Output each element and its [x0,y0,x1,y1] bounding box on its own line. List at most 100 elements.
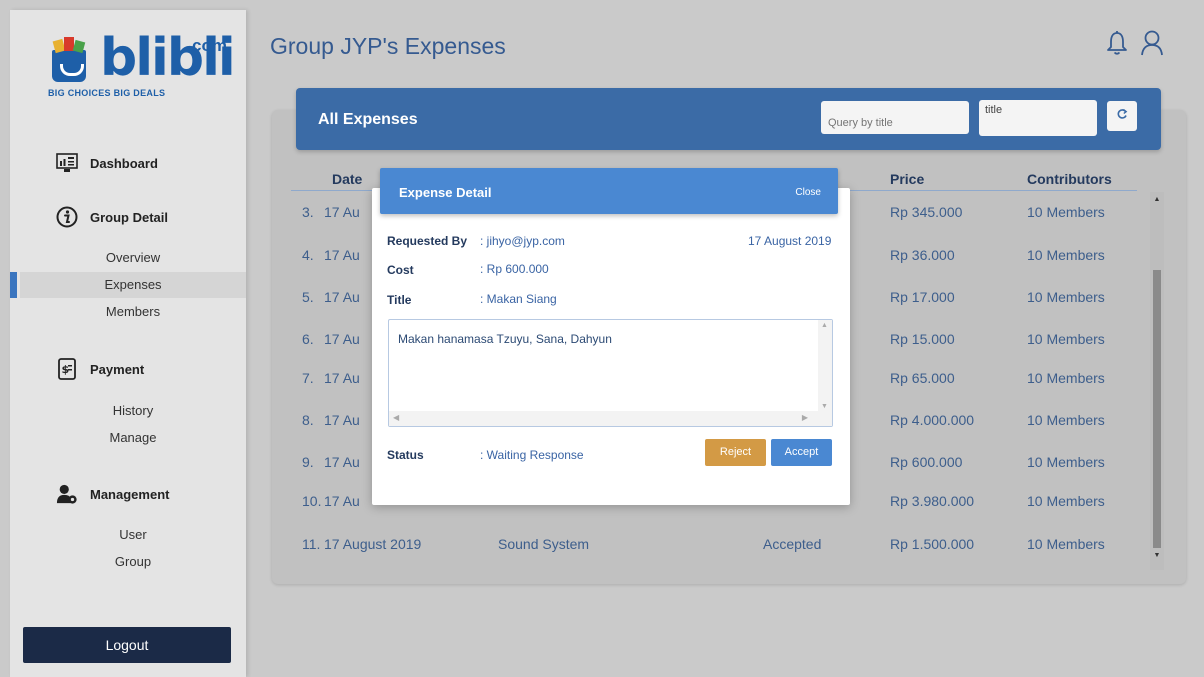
row-date: 17 Au [324,289,360,305]
row-price: Rp 65.000 [890,370,955,386]
row-contributors: 10 Members [1027,247,1105,263]
user-icon[interactable] [1140,30,1164,61]
description-horizontal-scrollbar[interactable]: ◀ ▶ [389,411,832,426]
sidebar-item-group[interactable]: Group [20,549,246,575]
row-date: 17 Au [324,454,360,470]
brand-tagline: BIG CHOICES BIG DEALS [48,88,166,98]
row-price: Rp 4.000.000 [890,412,975,428]
row-price: Rp 15.000 [890,331,955,347]
expense-date: 17 August 2019 [748,234,832,248]
row-contributors: 10 Members [1027,289,1105,305]
description-textarea[interactable]: Makan hanamasa Tzuyu, Sana, Dahyun ▲ ▼ ◀… [388,319,833,427]
logout-button[interactable]: Logout [23,627,231,663]
row-date: 17 Au [324,493,360,509]
brand-suffix: com [192,36,227,55]
title-label: Title [387,293,412,307]
accept-button[interactable]: Accept [771,439,832,466]
sidebar-item-manage[interactable]: Manage [20,425,246,451]
payment-icon: $ [56,358,78,380]
row-contributors: 10 Members [1027,536,1105,552]
row-date: 17 Au [324,370,360,386]
row-date: 17 August 2019 [324,536,422,552]
scroll-up-icon[interactable]: ▲ [821,322,828,329]
reject-button[interactable]: Reject [705,439,766,466]
row-price: Rp 1.500.000 [890,536,975,552]
page-title: Group JYP's Expenses [270,33,506,59]
row-price: Rp 36.000 [890,247,955,263]
nav-dashboard[interactable]: Dashboard [56,152,158,174]
row-contributors: 10 Members [1027,454,1105,470]
row-price: Rp 17.000 [890,289,955,305]
description-text: Makan hanamasa Tzuyu, Sana, Dahyun [398,332,612,346]
row-price: Rp 345.000 [890,204,963,220]
status-label: Status [387,448,424,462]
row-contributors: 10 Members [1027,412,1105,428]
expenses-title: All Expenses [318,111,418,128]
row-number: 5. [302,289,314,305]
row-number: 10. [302,493,322,509]
cost-label: Cost [387,263,414,277]
row-number: 7. [302,370,314,386]
active-indicator [10,272,17,298]
row-number: 11. [302,536,321,552]
info-icon [56,206,78,228]
row-date: 17 Au [324,204,360,220]
table-scrollbar-thumb[interactable] [1153,270,1161,548]
sort-field-select[interactable]: title [979,100,1097,136]
row-number: 4. [302,247,314,263]
status-value: : Waiting Response [480,448,584,462]
refresh-icon [1116,107,1128,125]
nav-dashboard-label: Dashboard [90,155,158,171]
sidebar-item-history[interactable]: History [20,398,246,424]
nav-management[interactable]: Management [56,483,169,505]
search-input[interactable] [821,101,969,134]
row-price: Rp 600.000 [890,454,963,470]
brand-logo[interactable]: blibli com BIG CHOICES BIG DEALS [48,26,236,104]
scroll-down-icon[interactable]: ▼ [821,403,828,410]
row-number: 6. [302,331,314,347]
shopping-bag-icon [52,37,86,82]
column-header-date[interactable]: Date [332,171,362,187]
row-contributors: 10 Members [1027,370,1105,386]
nav-group-detail-label: Group Detail [90,209,169,225]
row-number: 8. [302,412,314,428]
nav-payment-label: Payment [90,361,145,377]
requested-by-label: Requested By [387,234,468,248]
column-header-price[interactable]: Price [890,171,924,187]
dashboard-icon [56,152,78,174]
modal-title: Expense Detail [399,185,492,200]
cost-value: : Rp 600.000 [480,262,549,276]
row-contributors: 10 Members [1027,204,1105,220]
close-button[interactable]: Close [795,187,821,198]
row-contributors: 10 Members [1027,331,1105,347]
scroll-right-icon[interactable]: ▶ [802,413,808,422]
column-header-contributors[interactable]: Contributors [1027,171,1112,187]
sidebar-item-members[interactable]: Members [20,299,246,325]
expenses-card-header: All Expenses title [296,88,1161,150]
sidebar-item-user[interactable]: User [20,522,246,548]
row-date: 17 Au [324,412,360,428]
management-icon [56,483,78,505]
nav-management-label: Management [90,486,170,502]
title-value: : Makan Siang [480,292,557,306]
sidebar-item-overview[interactable]: Overview [20,245,246,271]
row-status: Accepted [763,536,822,552]
top-icons [1106,30,1164,61]
scroll-up-icon[interactable]: ▲ [1153,196,1161,203]
row-contributors: 10 Members [1027,493,1105,509]
requested-by-value: : jihyo@jyp.com [480,234,565,248]
row-title: Sound System [498,536,590,552]
row-date: 17 Au [324,247,360,263]
row-price: Rp 3.980.000 [890,493,975,509]
refresh-button[interactable] [1107,101,1137,131]
scroll-left-icon[interactable]: ◀ [393,413,399,422]
description-vertical-scrollbar[interactable]: ▲ ▼ [818,320,832,413]
nav-group-detail[interactable]: Group Detail [56,206,168,228]
bell-icon[interactable] [1106,30,1128,61]
nav-payment[interactable]: $ Payment [56,358,144,380]
row-number: 9. [302,454,314,470]
sidebar-item-expenses[interactable]: Expenses [10,272,246,298]
row-date: 17 Au [324,331,360,347]
scroll-down-icon[interactable]: ▼ [1153,552,1161,559]
row-number: 3. [302,204,314,220]
